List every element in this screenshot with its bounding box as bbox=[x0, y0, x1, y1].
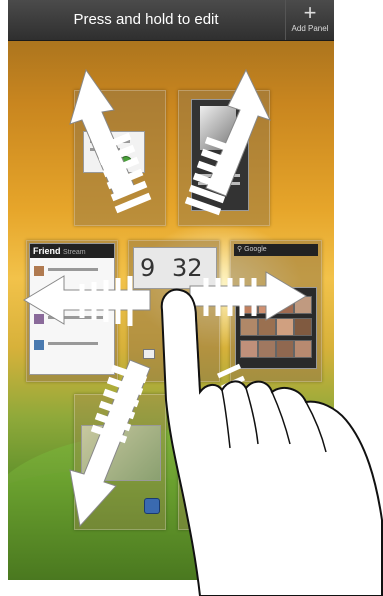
arrow-left-icon bbox=[23, 275, 151, 326]
arrow-right-icon bbox=[189, 271, 307, 321]
pointing-hand-icon bbox=[160, 288, 383, 596]
arrow-down-left-icon bbox=[69, 359, 151, 528]
swipe-gesture-overlay bbox=[23, 68, 383, 596]
arrow-up-left-icon bbox=[69, 68, 152, 214]
arrow-up-right-icon bbox=[184, 68, 271, 216]
